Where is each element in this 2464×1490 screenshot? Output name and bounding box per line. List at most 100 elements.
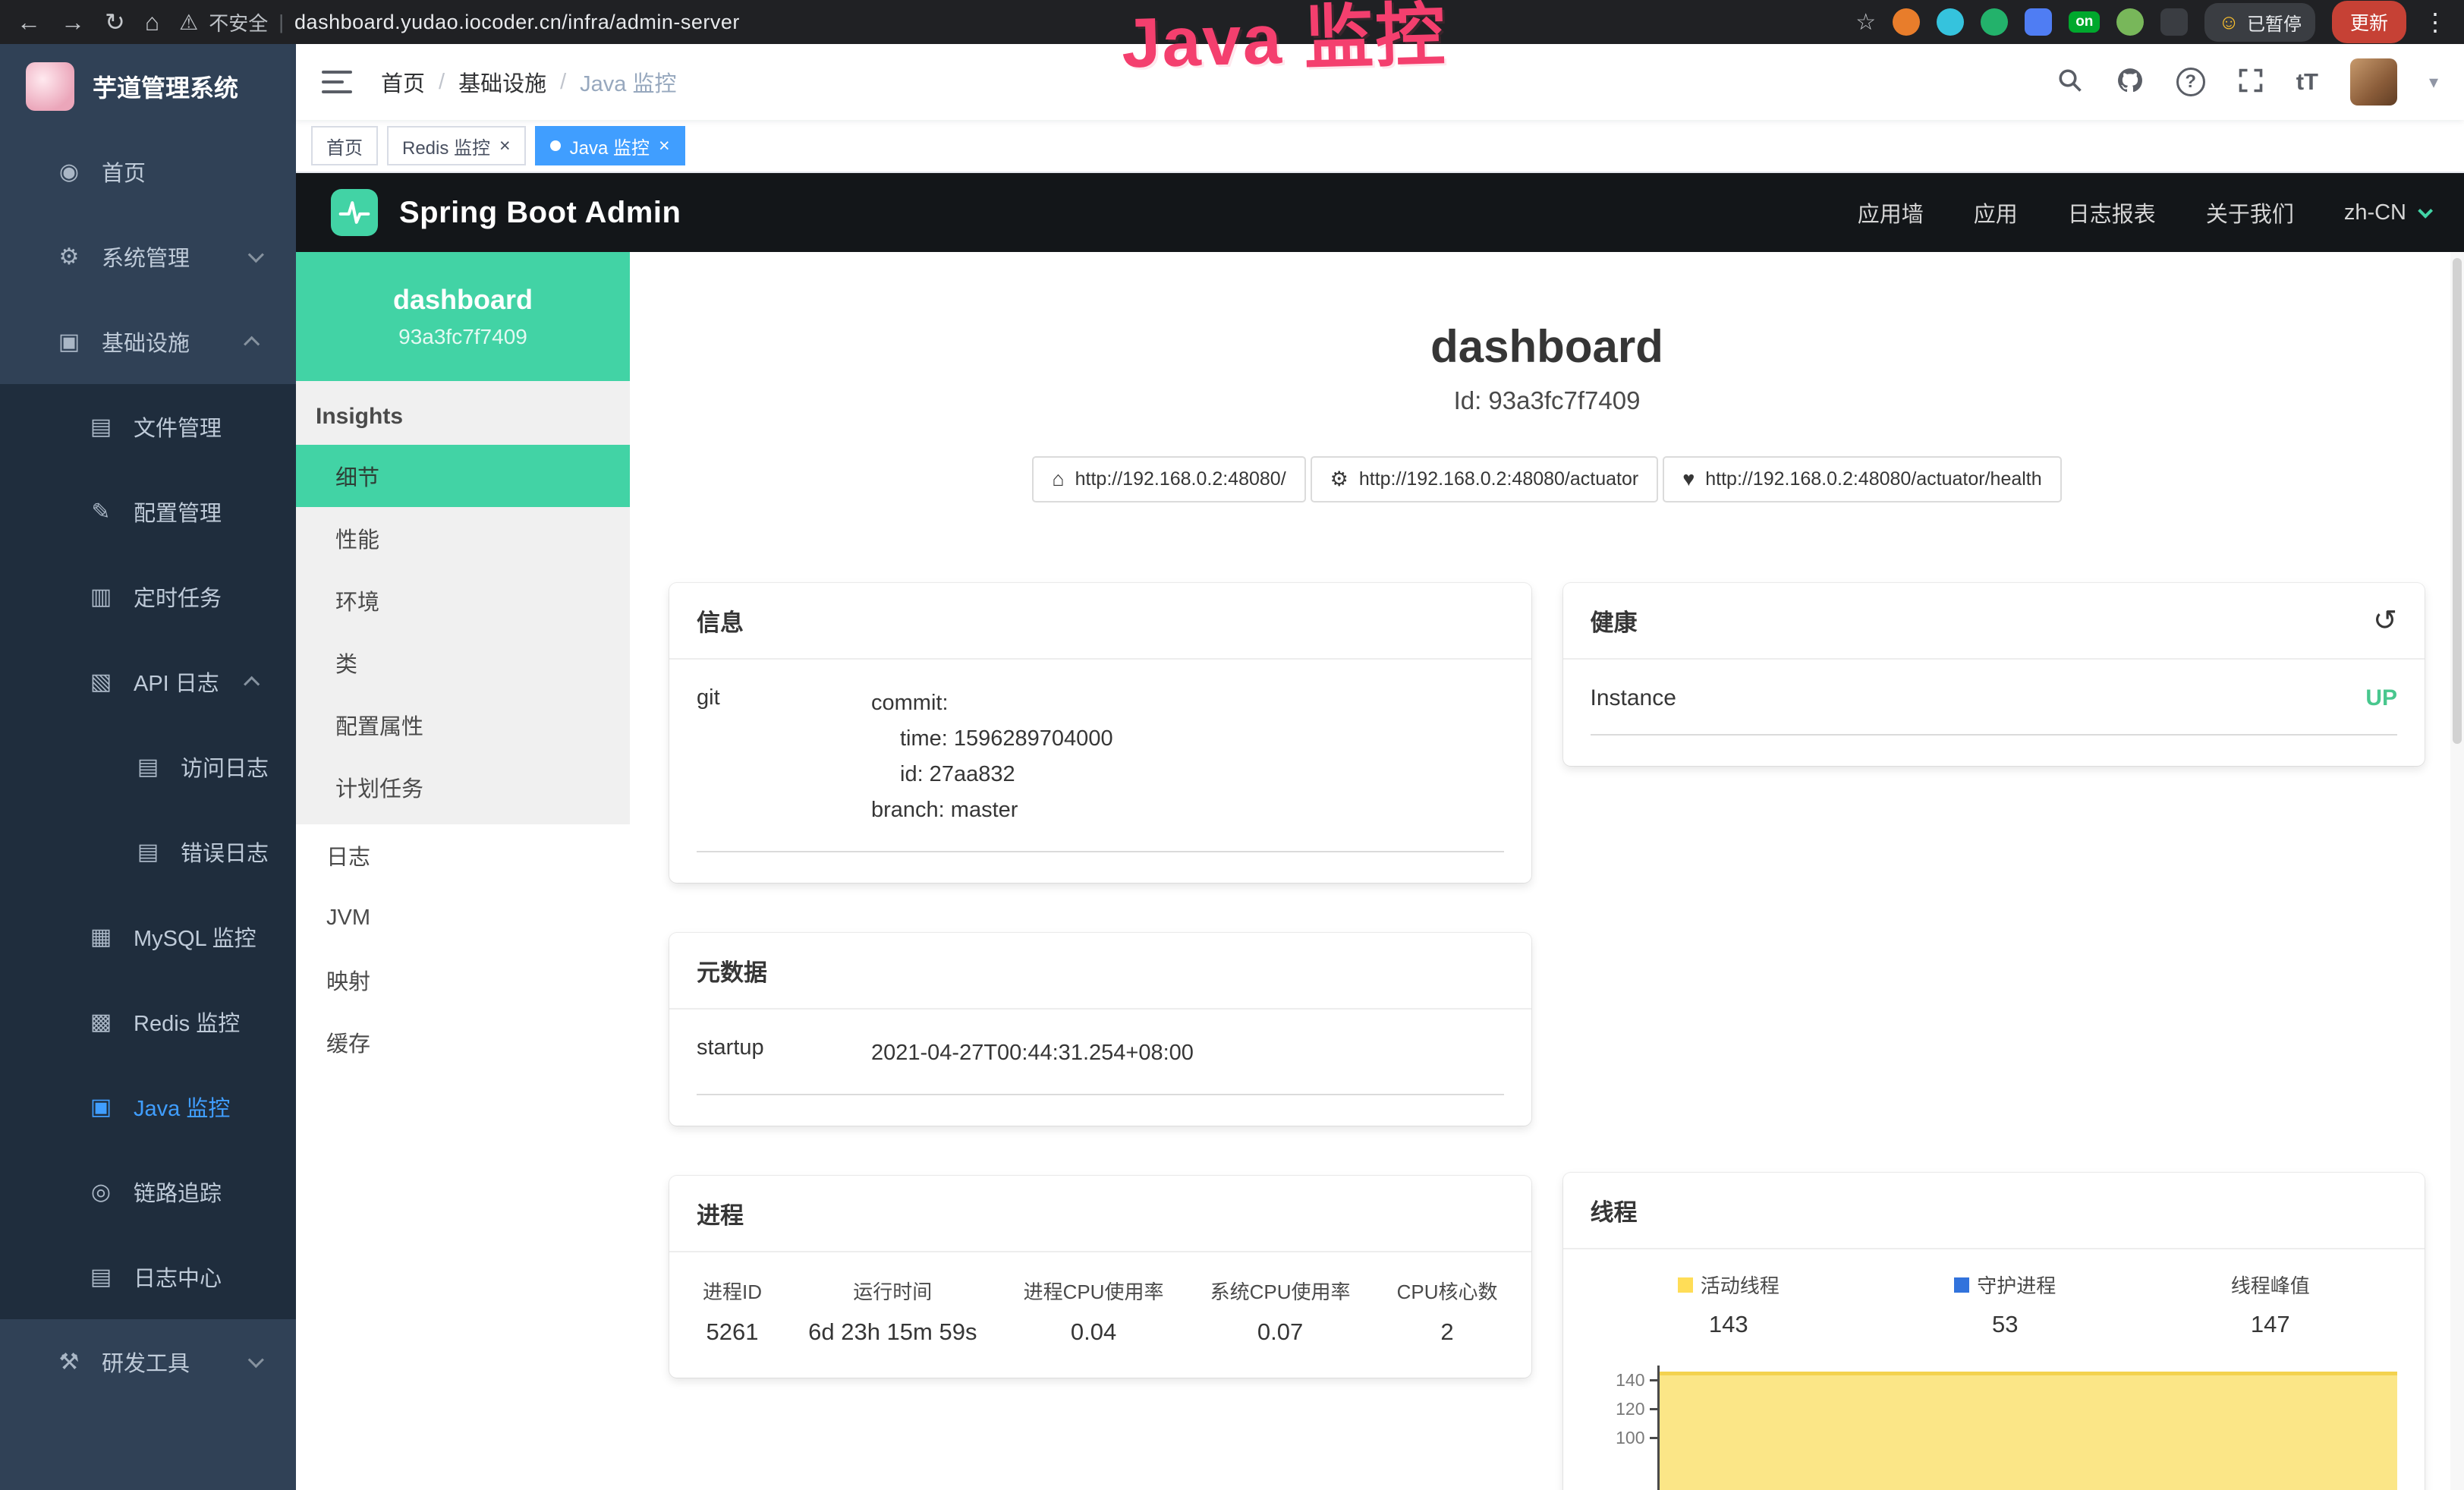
refresh-icon[interactable]: ↻ [105,10,125,34]
avatar-caret-icon[interactable]: ▾ [2429,71,2438,93]
extension-puzzle-icon[interactable] [2160,8,2188,36]
spring-boot-admin: Spring Boot Admin 应用墙 应用 日志报表 关于我们 zh-CN [296,173,2464,1490]
instance-id-line: Id: 93a3fc7f7409 [630,386,2464,415]
metadata-startup-row: startup 2021-04-27T00:44:31.254+08:00 [697,1035,1504,1095]
sba-brand-title[interactable]: Spring Boot Admin [399,196,681,230]
sidebar-item-file-management[interactable]: ▤ 文件管理 [0,384,296,469]
sidebar-item-java-monitor[interactable]: ▣ Java 监控 [0,1064,296,1149]
cards-left-column: 信息 git commit: time: 1596289704000 [669,583,1531,1490]
extension-icon-1[interactable] [1893,8,1920,36]
mysql-icon: ▦ [87,924,115,950]
sba-nav-wallboard[interactable]: 应用墙 [1858,197,1924,228]
breadcrumb-home[interactable]: 首页 [381,66,425,98]
sidebar-item-scheduled-tasks[interactable]: ▥ 定时任务 [0,554,296,639]
app-logo-row[interactable]: 芋道管理系统 [0,44,296,129]
top-navbar: 首页 / 基础设施 / Java 监控 [296,44,2464,120]
extension-icon-4[interactable] [2025,8,2052,36]
sba-nav-configprops[interactable]: 配置属性 [296,694,630,756]
process-stats: 进程ID 5261 运行时间 6d 23h 15m 59s [669,1252,1531,1378]
card-title: 进程 [697,1196,744,1230]
paused-chip[interactable]: ☺ 已暂停 [2204,3,2315,42]
health-url-link[interactable]: ♥ http://192.168.0.2:48080/actuator/heal… [1663,456,2061,502]
close-icon[interactable]: × [659,137,670,156]
tag-redis-monitor[interactable]: Redis 监控 × [387,126,526,165]
scrollbar-thumb[interactable] [2453,258,2462,744]
extension-icon-6[interactable] [2116,8,2144,36]
hamburger-icon[interactable] [322,71,352,93]
sidebar-item-access-logs[interactable]: ▤ 访问日志 [0,724,296,809]
sba-nav-about[interactable]: 关于我们 [2206,197,2294,228]
sba-logo-icon[interactable] [331,189,378,236]
metadata-card: 元数据 startup 2021-04-27T00:44:31.254+08:0… [669,933,1531,1126]
schedule-icon: ▥ [87,584,115,610]
health-instance-row: Instance UP [1591,685,2398,736]
sidebar-item-config-management[interactable]: ✎ 配置管理 [0,469,296,554]
sidebar-item-trace[interactable]: ◎ 链路追踪 [0,1149,296,1234]
sidebar-item-mysql-monitor[interactable]: ▦ MySQL 监控 [0,894,296,979]
forward-icon[interactable]: → [61,10,85,34]
tag-home[interactable]: 首页 [311,126,378,165]
sba-nav-beans[interactable]: 类 [296,632,630,694]
cards-area: 信息 git commit: time: 1596289704000 [630,583,2464,1490]
user-avatar[interactable] [2350,58,2397,106]
sba-nav-details[interactable]: 细节 [296,445,630,507]
sba-nav-mappings[interactable]: 映射 [296,949,630,1011]
address-divider: | [278,11,284,34]
instance-name: dashboard [393,284,533,316]
locale-selector[interactable]: zh-CN [2344,200,2429,225]
card-title: 信息 [697,603,744,638]
font-size-icon[interactable]: tT [2296,68,2318,96]
sba-nav-applications[interactable]: 应用 [1974,197,2018,228]
chevron-up-icon [244,676,260,691]
sidebar-item-log-center[interactable]: ▤ 日志中心 [0,1234,296,1319]
sidebar-item-error-logs[interactable]: ▤ 错误日志 [0,809,296,894]
sidebar-item-infrastructure[interactable]: ▣ 基础设施 [0,299,296,384]
tag-java-monitor[interactable]: Java 监控 × [535,126,685,165]
sba-nav-jvm[interactable]: JVM [296,887,630,949]
update-button[interactable]: 更新 [2332,1,2406,43]
sba-nav-caches[interactable]: 缓存 [296,1011,630,1073]
fullscreen-icon[interactable] [2237,67,2264,98]
service-url-link[interactable]: ⌂ http://192.168.0.2:48080/ [1032,456,1305,502]
sidebar-item-system-management[interactable]: ⚙ 系统管理 [0,214,296,299]
card-title: 元数据 [697,953,767,988]
card-title: 健康 [1591,603,1638,638]
history-icon[interactable]: ↺ [2373,606,2397,635]
sba-nav-logs[interactable]: 日志 [296,824,630,887]
help-icon[interactable]: ? [2176,68,2205,96]
sba-sidebar: dashboard 93a3fc7f7409 Insights 细节 性能 环境… [296,252,630,1490]
close-icon[interactable]: × [499,137,511,156]
address-bar[interactable]: ⚠ 不安全 | dashboard.yudao.iocoder.cn/infra… [179,8,740,36]
active-dot [550,140,561,151]
process-stat-system-cpu: 系统CPU使用率 0.07 [1210,1277,1351,1346]
sidebar-item-redis-monitor[interactable]: ▩ Redis 监控 [0,979,296,1064]
scrollbar-track[interactable] [2450,252,2464,1490]
extension-on-badge[interactable]: on [2069,11,2100,33]
instance-header[interactable]: dashboard 93a3fc7f7409 [296,252,630,381]
sba-header: Spring Boot Admin 应用墙 应用 日志报表 关于我们 zh-CN [296,173,2464,252]
browser-menu-icon[interactable]: ⋮ [2423,8,2447,36]
sba-nav-journal[interactable]: 日志报表 [2068,197,2156,228]
threads-legend: 活动线程 143 守护进程 [1591,1271,2398,1338]
access-log-icon: ▤ [134,754,162,780]
sba-nav-scheduled-tasks[interactable]: 计划任务 [296,756,630,818]
legend-swatch-blue [1954,1277,1969,1293]
sba-nav-metrics[interactable]: 性能 [296,507,630,569]
sba-nav-environment[interactable]: 环境 [296,569,630,632]
breadcrumb-infrastructure[interactable]: 基础设施 [458,66,546,98]
sidebar-item-home[interactable]: ◉ 首页 [0,129,296,214]
back-icon[interactable]: ← [17,10,41,34]
sidebar-item-api-logs[interactable]: ▧ API 日志 [0,639,296,724]
home-icon[interactable]: ⌂ [145,10,159,34]
instance-id: 93a3fc7f7409 [398,325,527,349]
bookmark-star-icon[interactable]: ☆ [1855,9,1876,36]
sidebar-item-dev-tools[interactable]: ⚒ 研发工具 [0,1319,296,1404]
extension-icon-2[interactable] [1937,8,1964,36]
github-icon[interactable] [2116,66,2145,99]
extension-icon-3[interactable] [1981,8,2008,36]
search-icon[interactable] [2056,67,2084,98]
process-stat-process-cpu: 进程CPU使用率 0.04 [1024,1277,1164,1346]
file-icon: ▤ [87,414,115,440]
app-title: 芋道管理系统 [93,69,238,104]
actuator-url-link[interactable]: ⚙ http://192.168.0.2:48080/actuator [1311,456,1659,502]
